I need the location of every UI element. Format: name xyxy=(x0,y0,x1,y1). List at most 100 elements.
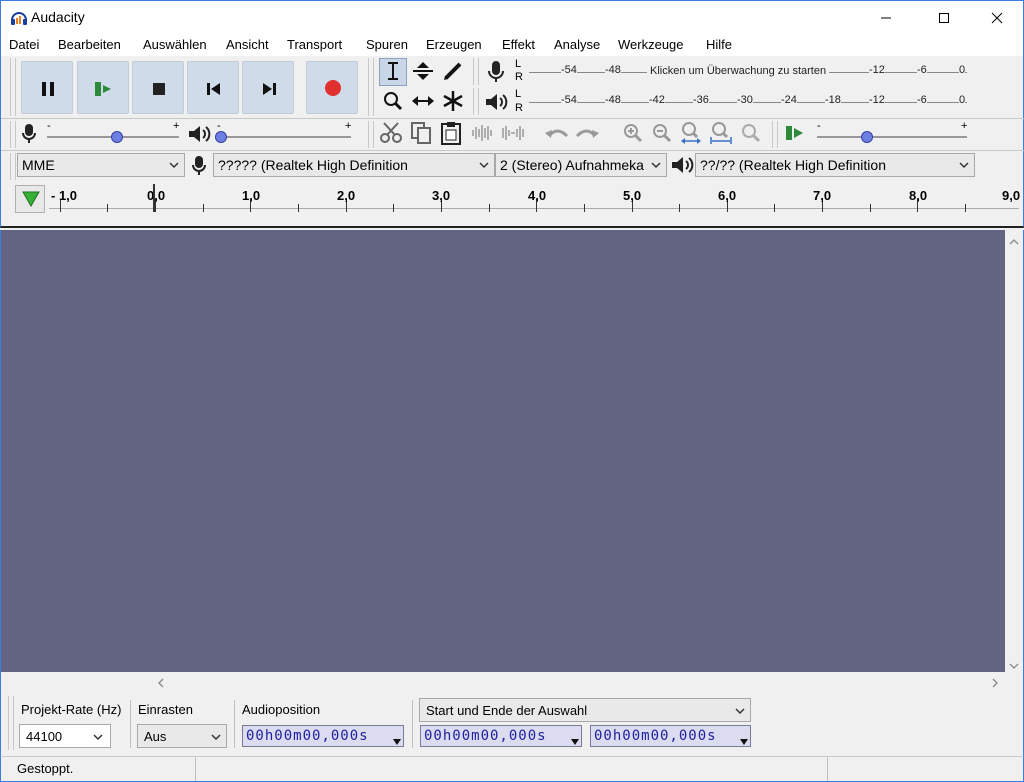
play-button[interactable] xyxy=(77,61,129,114)
envelope-icon xyxy=(412,60,434,85)
recording-channels-value: 2 (Stereo) Aufnahmeka xyxy=(500,157,644,173)
timeline-play-button[interactable] xyxy=(15,185,45,213)
minimize-button[interactable] xyxy=(863,1,909,35)
recording-channels-select[interactable]: 2 (Stereo) Aufnahmeka xyxy=(495,153,667,177)
paste-button[interactable] xyxy=(437,120,465,148)
chevron-down-icon xyxy=(734,705,746,720)
redo-button[interactable] xyxy=(573,120,601,148)
menu-werkzeuge[interactable]: Werkzeuge xyxy=(618,37,684,52)
record-meter[interactable]: -54 -48 Klicken um Überwachung zu starte… xyxy=(525,60,971,84)
recording-volume-slider[interactable]: - + xyxy=(45,120,181,144)
fit-selection-icon xyxy=(679,121,703,148)
menu-auswaehlen[interactable]: Auswählen xyxy=(143,37,207,52)
play-head-marker[interactable] xyxy=(153,184,155,212)
skip-to-start-button[interactable] xyxy=(187,61,239,114)
mixer-toolbar-grip[interactable] xyxy=(10,121,16,148)
playback-meter[interactable]: -54 -48 -42 -36 -30 -24 -18 -12 -6 0 xyxy=(525,90,971,114)
silence-icon xyxy=(500,123,526,146)
zoom-out-button[interactable] xyxy=(648,120,676,148)
zoom-toggle-button[interactable] xyxy=(737,120,765,148)
menu-bearbeiten[interactable]: Bearbeiten xyxy=(58,37,121,52)
slider-thumb[interactable] xyxy=(111,131,123,143)
silence-audio-button[interactable] xyxy=(499,120,527,148)
transport-toolbar-grip[interactable] xyxy=(10,58,16,116)
close-button[interactable] xyxy=(974,1,1020,35)
zoom-out-icon xyxy=(652,123,672,146)
menu-hilfe[interactable]: Hilfe xyxy=(706,37,732,52)
selection-toolbar-grip[interactable] xyxy=(8,696,14,750)
menu-spuren[interactable]: Spuren xyxy=(366,37,408,52)
playback-meter-speaker-icon[interactable] xyxy=(484,92,508,115)
play-at-speed-button[interactable] xyxy=(781,120,809,148)
selection-start-time[interactable]: 00h00m00,000s xyxy=(420,725,582,747)
fit-selection-button[interactable] xyxy=(677,120,705,148)
multi-tool-button[interactable] xyxy=(439,88,467,116)
slider-plus-label: + xyxy=(173,120,180,132)
record-meter-mic-icon[interactable] xyxy=(487,60,505,87)
ruler-tick-label: 2,0 xyxy=(337,188,356,203)
trim-audio-button[interactable] xyxy=(469,120,497,148)
selection-mode-select[interactable]: Start und Ende der Auswahl xyxy=(419,698,751,722)
tools-toolbar-grip[interactable] xyxy=(368,58,374,116)
playback-meter-grip[interactable] xyxy=(473,88,479,115)
horizontal-scrollbar[interactable] xyxy=(0,672,1024,690)
zoom-tool-button[interactable] xyxy=(379,88,407,116)
undo-button[interactable] xyxy=(543,120,571,148)
audio-host-select[interactable]: MME xyxy=(17,153,185,177)
play-at-speed-grip[interactable] xyxy=(772,121,778,148)
ruler-tick-label: 9,0 xyxy=(1002,188,1021,203)
record-meter-right-label: R xyxy=(515,71,523,83)
scroll-up-icon[interactable] xyxy=(1009,234,1019,249)
time-format-arrow-icon[interactable] xyxy=(740,733,748,749)
pause-button[interactable] xyxy=(21,61,73,114)
fit-project-button[interactable] xyxy=(707,120,735,148)
ruler-tick-label: - 1,0 xyxy=(51,188,78,203)
time-format-arrow-icon[interactable] xyxy=(571,733,579,749)
vertical-scrollbar[interactable] xyxy=(1005,230,1024,672)
record-meter-prompt[interactable]: Klicken um Überwachung zu starten xyxy=(647,65,830,77)
menu-analyse[interactable]: Analyse xyxy=(554,37,600,52)
record-meter-tick: -6 xyxy=(917,64,927,76)
audio-position-time[interactable]: 00h00m00,000s xyxy=(242,725,404,747)
envelope-tool-button[interactable] xyxy=(409,58,437,86)
maximize-button[interactable] xyxy=(921,1,967,35)
zoom-in-button[interactable] xyxy=(619,120,647,148)
slider-thumb[interactable] xyxy=(861,131,873,143)
scroll-left-icon[interactable] xyxy=(157,676,165,691)
menu-datei[interactable]: Datei xyxy=(9,37,39,52)
pencil-icon xyxy=(443,61,463,84)
skip-to-end-button[interactable] xyxy=(242,61,294,114)
ruler-tick-mark xyxy=(965,204,966,212)
time-shift-tool-button[interactable] xyxy=(409,88,437,116)
track-area[interactable] xyxy=(0,230,1005,672)
record-button[interactable] xyxy=(306,61,358,114)
playback-device-select[interactable]: ??/?? (Realtek High Definition xyxy=(695,153,975,177)
playback-meter-tick: -30 xyxy=(737,94,753,106)
status-text: Gestoppt. xyxy=(17,761,74,776)
menu-erzeugen[interactable]: Erzeugen xyxy=(426,37,482,52)
cut-button[interactable] xyxy=(377,120,405,148)
menu-effekt[interactable]: Effekt xyxy=(502,37,535,52)
menu-ansicht[interactable]: Ansicht xyxy=(226,37,269,52)
scroll-right-icon[interactable] xyxy=(991,676,999,691)
selection-tool-button[interactable] xyxy=(379,58,407,86)
playback-speed-slider[interactable]: - + xyxy=(815,120,969,144)
timeline-ruler[interactable]: - 1,0 0,0 1,0 2,0 3,0 4,0 5,0 6,0 7,0 8,… xyxy=(0,182,1024,228)
draw-tool-button[interactable] xyxy=(439,58,467,86)
snap-select[interactable]: Aus xyxy=(137,724,227,748)
edit-toolbar-grip[interactable] xyxy=(368,121,374,148)
scissors-icon xyxy=(380,121,402,147)
slider-thumb[interactable] xyxy=(215,131,227,143)
time-format-arrow-icon[interactable] xyxy=(393,733,401,749)
scroll-down-icon[interactable] xyxy=(1009,658,1019,673)
record-meter-grip[interactable] xyxy=(473,58,479,85)
stop-button[interactable] xyxy=(132,61,184,114)
slider-plus-label: + xyxy=(345,120,352,132)
copy-button[interactable] xyxy=(407,120,435,148)
project-rate-select[interactable]: 44100 xyxy=(19,724,111,748)
playback-volume-slider[interactable]: - + xyxy=(215,120,353,144)
device-toolbar-grip[interactable] xyxy=(10,153,16,180)
selection-end-time[interactable]: 00h00m00,000s xyxy=(590,725,751,747)
recording-device-select[interactable]: ????? (Realtek High Definition xyxy=(213,153,495,177)
menu-transport[interactable]: Transport xyxy=(287,37,342,52)
